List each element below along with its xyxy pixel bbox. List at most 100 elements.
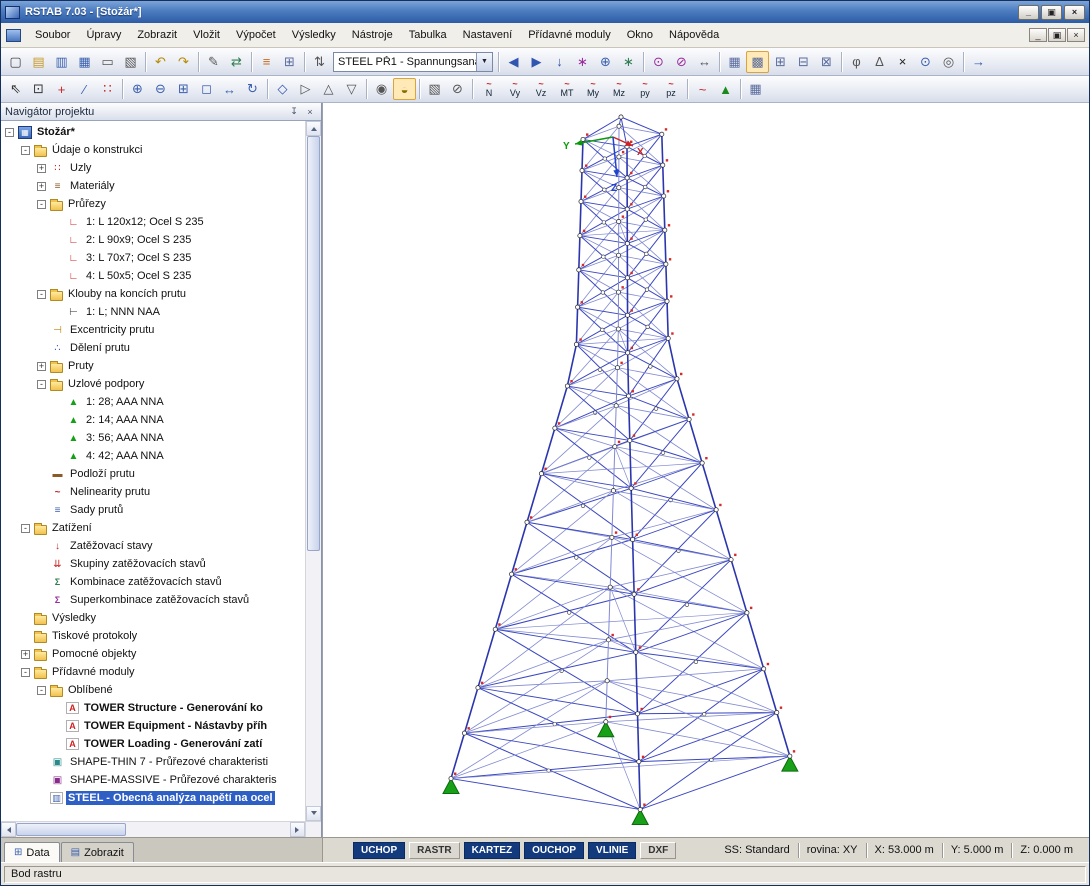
toolbar-button-view-isometric[interactable]: ◇ xyxy=(271,78,294,100)
tree-item[interactable]: +Pruty xyxy=(1,357,305,375)
toolbar-button-zoom-out[interactable]: ⊖ xyxy=(149,78,172,100)
toolbar-button-grid[interactable]: ▦ xyxy=(723,51,746,73)
menu-soubor[interactable]: Soubor xyxy=(27,26,78,44)
toolbar-button-open-project[interactable]: ▤ xyxy=(27,51,50,73)
menu-v-sledky[interactable]: Výsledky xyxy=(284,26,344,44)
toolbar-button-export[interactable]: ⇄ xyxy=(225,51,248,73)
collapse-icon[interactable]: - xyxy=(5,128,14,137)
toolbar-button-undo[interactable]: ↶ xyxy=(149,51,172,73)
menu-zobrazit[interactable]: Zobrazit xyxy=(129,26,185,44)
toolbar-button-work-plane-xz[interactable]: ⊟ xyxy=(792,51,815,73)
toolbar-button-visibility-modes[interactable]: ◉ xyxy=(370,78,393,100)
tree-item[interactable]: ATOWER Loading - Generování zatí xyxy=(1,735,305,753)
collapse-icon[interactable]: - xyxy=(37,290,46,299)
toolbar-button-settings[interactable]: ◎ xyxy=(937,51,960,73)
collapse-icon[interactable]: - xyxy=(37,200,46,209)
toolbar-button-goto-table[interactable]: ↓ xyxy=(548,51,571,73)
toolbar-button-result-tables[interactable]: ▦ xyxy=(744,78,767,100)
toggle-dxf[interactable]: DXF xyxy=(640,842,676,859)
tree-item[interactable]: ATOWER Equipment - Nástavby příh xyxy=(1,717,305,735)
toolbar-button-work-plane-xy[interactable]: ⊞ xyxy=(769,51,792,73)
tree-item[interactable]: -▦Stožár* xyxy=(1,123,305,141)
scroll-down-icon[interactable] xyxy=(306,806,321,821)
menu-okno[interactable]: Okno xyxy=(619,26,661,44)
toolbar-button-save[interactable]: ▥ xyxy=(50,51,73,73)
toolbar-button-force-My[interactable]: ~My xyxy=(580,78,606,100)
toolbar-button-render-mode[interactable]: ◒ xyxy=(393,78,416,100)
vscroll-track[interactable] xyxy=(306,136,321,806)
toolbar-button-deformed-shape[interactable]: ~ xyxy=(691,78,714,100)
tree-item[interactable]: ⊣Excentricity prutu xyxy=(1,321,305,339)
tree-item[interactable]: -Přídavné moduly xyxy=(1,663,305,681)
toolbar-button-rotate-tool[interactable]: φ xyxy=(845,51,868,73)
chevron-down-icon[interactable]: ▼ xyxy=(476,53,492,71)
menu-tabulka[interactable]: Tabulka xyxy=(401,26,455,44)
toolbar-button-zoom-all[interactable]: ◻ xyxy=(195,78,218,100)
expand-icon[interactable]: + xyxy=(37,182,46,191)
menu-n-stroje[interactable]: Nástroje xyxy=(344,26,401,44)
tree-item[interactable]: ΣSuperkombinace zatěžovacích stavů xyxy=(1,591,305,609)
minimize-button[interactable]: _ xyxy=(1018,5,1039,20)
toolbar-button-pan-view[interactable]: ↔ xyxy=(218,78,241,100)
tree-item[interactable]: +∷Uzly xyxy=(1,159,305,177)
toolbar-button-print[interactable]: ▭ xyxy=(96,51,119,73)
tree-item[interactable]: ∴Dělení prutu xyxy=(1,339,305,357)
toolbar-button-view-in-x[interactable]: ▷ xyxy=(294,78,317,100)
tree-item[interactable]: ▣SHAPE-THIN 7 - Průřezové charakteristi xyxy=(1,753,305,771)
toolbar-button-printout-report[interactable]: ✎ xyxy=(202,51,225,73)
menu-p-davn-moduly[interactable]: Přídavné moduly xyxy=(520,26,619,44)
tab-zobrazit[interactable]: ▤Zobrazit xyxy=(61,842,134,862)
toolbar-button-section-cut[interactable]: ⊘ xyxy=(446,78,469,100)
tree-item[interactable]: ≡Sady prutů xyxy=(1,501,305,519)
toolbar-button-zoom-window[interactable]: ⊞ xyxy=(172,78,195,100)
tree-item[interactable]: Tiskové protokoly xyxy=(1,627,305,645)
tree-item[interactable]: +Pomocné objekty xyxy=(1,645,305,663)
toolbar-button-object-info[interactable]: ⊙ xyxy=(914,51,937,73)
tree-item[interactable]: ∟1: L 120x12; Ocel S 235 xyxy=(1,213,305,231)
toolbar-button-calc-previous[interactable]: ◀ xyxy=(502,51,525,73)
toolbar-button-zoom-select[interactable]: ⊕ xyxy=(594,51,617,73)
expand-icon[interactable]: + xyxy=(37,164,46,173)
tree-item[interactable]: ▲1: 28; AAA NNA xyxy=(1,393,305,411)
mdi-minimize-button[interactable]: _ xyxy=(1029,28,1047,42)
tree-item[interactable]: ~Nelinearity prutu xyxy=(1,483,305,501)
tab-data[interactable]: ⊞Data xyxy=(4,842,60,862)
toolbar-button-partial-views[interactable]: ▧ xyxy=(423,78,446,100)
toolbar-button-view-in-y[interactable]: △ xyxy=(317,78,340,100)
vscroll-thumb[interactable] xyxy=(307,136,320,551)
toolbar-button-show-load-values[interactable]: ⊘ xyxy=(670,51,693,73)
toolbar-button-select-window[interactable]: ⊡ xyxy=(27,78,50,100)
expand-icon[interactable]: + xyxy=(21,650,30,659)
toolbar-button-insert-node[interactable]: + xyxy=(50,78,73,100)
toolbar-button-context-help[interactable]: → xyxy=(967,51,990,73)
tree-item[interactable]: ▲2: 14; AAA NNA xyxy=(1,411,305,429)
tree-item[interactable]: -Údaje o konstrukci xyxy=(1,141,305,159)
close-button[interactable]: × xyxy=(1064,5,1085,20)
toolbar-button-value-display[interactable]: ∗ xyxy=(617,51,640,73)
toolbar-button-snap-points[interactable]: ∷ xyxy=(96,78,119,100)
tree-item[interactable]: Výsledky xyxy=(1,609,305,627)
toolbar-button-show-tables[interactable]: ≡ xyxy=(255,51,278,73)
toolbar-button-force-pz[interactable]: ~pz xyxy=(658,78,684,100)
tree-item[interactable]: ⇊Skupiny zatěžovacích stavů xyxy=(1,555,305,573)
collapse-icon[interactable]: - xyxy=(21,146,30,155)
tree-item[interactable]: ΣKombinace zatěžovacích stavů xyxy=(1,573,305,591)
expand-icon[interactable]: + xyxy=(37,362,46,371)
hscroll-track[interactable] xyxy=(16,822,290,837)
menu-vlo-it[interactable]: Vložit xyxy=(185,26,228,44)
tree-item[interactable]: -Uzlové podpory xyxy=(1,375,305,393)
toolbar-button-delete-tool[interactable]: × xyxy=(891,51,914,73)
collapse-icon[interactable]: - xyxy=(37,686,46,695)
pin-icon[interactable]: ↧ xyxy=(287,105,301,118)
tree-item[interactable]: ∟3: L 70x7; Ocel S 235 xyxy=(1,249,305,267)
mdi-close-button[interactable]: × xyxy=(1067,28,1085,42)
toolbar-button-force-N[interactable]: ~N xyxy=(476,78,502,100)
toolbar-button-force-Vz[interactable]: ~Vz xyxy=(528,78,554,100)
navigator-vertical-scrollbar[interactable] xyxy=(305,121,321,821)
toolbar-button-zoom-in[interactable]: ⊕ xyxy=(126,78,149,100)
toggle-vlinie[interactable]: VLINIE xyxy=(588,842,636,859)
module-selector-combo[interactable]: STEEL PŘ1 - Spannungsana...▼ xyxy=(333,52,493,72)
scroll-up-icon[interactable] xyxy=(306,121,321,136)
toolbar-button-show-navigator[interactable]: ⊞ xyxy=(278,51,301,73)
toolbar-button-renumber[interactable]: ⇅ xyxy=(308,51,331,73)
